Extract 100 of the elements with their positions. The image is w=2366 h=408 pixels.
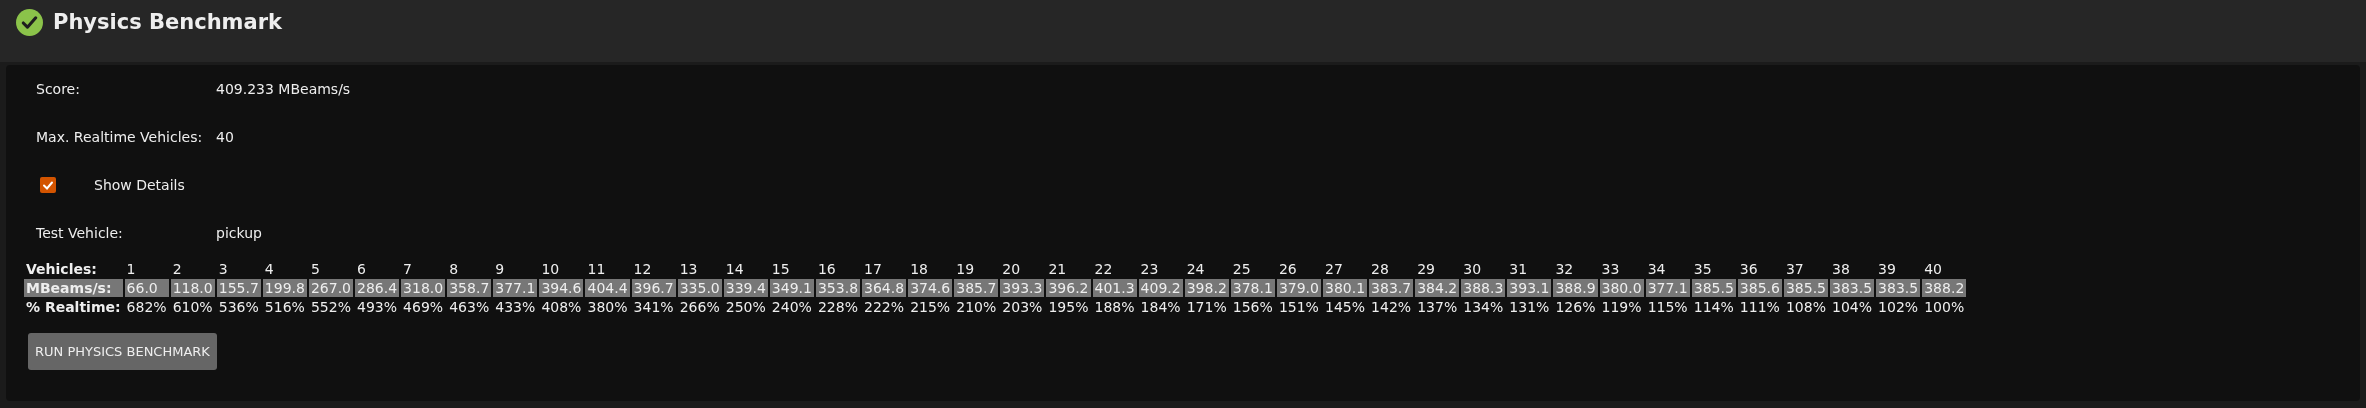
table-cell: 401.3: [1092, 279, 1137, 297]
table-cell-text: 266%: [678, 298, 721, 316]
table-cell-text: 108%: [1784, 298, 1827, 316]
table-cell-text: 21: [1047, 260, 1068, 278]
table-cell: 396.2: [1046, 279, 1091, 297]
table-cell: 378.1: [1230, 279, 1275, 297]
table-cell-text: 137%: [1416, 298, 1459, 316]
table-cell-text: 13: [678, 260, 699, 278]
table-cell-text: 215%: [909, 298, 952, 316]
table-cell-text: 126%: [1554, 298, 1597, 316]
table-cell: 380.0: [1599, 279, 1644, 297]
table-cell-text: 203%: [1001, 298, 1044, 316]
table-cell-text: 31: [1508, 260, 1529, 278]
table-cell-text: 12: [632, 260, 653, 278]
table-cell-text: 1: [125, 260, 137, 278]
table-cell: 318.0: [401, 279, 446, 297]
table-cell: 353.8: [815, 279, 861, 297]
table-cell-text: 433%: [494, 298, 537, 316]
table-cell-text: 29: [1416, 260, 1436, 278]
table-cell: 379.0: [1276, 279, 1321, 297]
table-cell-text: 25: [1231, 260, 1252, 278]
table-cell-text: 145%: [1324, 298, 1366, 316]
table-cell-text: 2: [171, 260, 183, 278]
table-cell-text: 408%: [540, 298, 583, 316]
table-cell: 383.7: [1369, 279, 1414, 297]
table-cell-text: 463%: [448, 298, 491, 316]
field-label: Max. Realtime Vehicles:: [36, 129, 204, 145]
table-cell-text: 341%: [632, 298, 675, 316]
table-cell-text: 24: [1185, 260, 1206, 278]
table-cell-text: 380%: [586, 298, 629, 316]
table-cell-text: 104%: [1831, 298, 1874, 316]
table-cell-text: 111%: [1738, 298, 1781, 316]
table-cell-text: 210%: [955, 298, 998, 316]
checkbox-label[interactable]: Show Details: [94, 177, 185, 193]
table-cell: 199.8: [262, 279, 307, 297]
table-cell-text: 682%: [125, 298, 168, 316]
table-cell-text: 14: [724, 260, 745, 278]
table-cell-text: 34: [1646, 260, 1667, 278]
table-cell-text: 171%: [1185, 298, 1228, 316]
table-cell: 364.8: [862, 279, 907, 297]
table-cell-text: 250%: [724, 298, 767, 316]
table-cell-text: 11: [586, 260, 607, 278]
table-cell-text: 19: [955, 260, 976, 278]
table-cell-text: 115%: [1646, 298, 1689, 316]
field-value: pickup: [216, 225, 262, 241]
table-cell-text: 156%: [1231, 298, 1274, 316]
table-cell: 66.0: [124, 279, 169, 297]
table-cell: 393.3: [1000, 279, 1045, 297]
table-cell-text: 40: [1923, 260, 1944, 278]
field-value: 40: [216, 129, 234, 145]
table-cell-text: 32: [1554, 260, 1575, 278]
table-cell-text: 23: [1139, 260, 1160, 278]
table-cell-text: 102%: [1877, 298, 1920, 316]
row-header: % Realtime:: [25, 298, 122, 316]
field-value: 409.233 MBeams/s: [216, 81, 351, 97]
table-cell: 118.0: [170, 279, 215, 297]
table-cell: 384.2: [1415, 279, 1460, 297]
table-cell: 383.5: [1830, 279, 1875, 297]
table-cell-text: 39: [1877, 260, 1897, 278]
table-cell-text: 5: [309, 260, 321, 278]
table-cell-text: 184%: [1139, 298, 1182, 316]
table-cell: 335.0: [677, 279, 722, 297]
row-header: MBeams/s:: [24, 279, 123, 297]
table-cell: 385.5: [1691, 279, 1736, 297]
table-cell-text: 100%: [1923, 298, 1966, 316]
row-header: Vehicles:: [25, 260, 98, 278]
table-cell-text: 516%: [263, 298, 306, 316]
run-benchmark-button[interactable]: RUN PHYSICS BENCHMARK: [28, 333, 217, 370]
table-cell-text: 30: [1462, 260, 1483, 278]
table-cell-text: 142%: [1370, 298, 1413, 316]
table-cell: 267.0: [308, 279, 353, 297]
table-cell-text: 134%: [1462, 298, 1505, 316]
table-cell: 377.1: [1645, 279, 1690, 297]
table-cell: 155.7: [216, 279, 261, 297]
table-cell-text: 28: [1370, 260, 1390, 278]
checkbox[interactable]: [40, 177, 56, 193]
panel-title: Physics Benchmark: [53, 10, 282, 34]
table-cell-text: 35: [1692, 260, 1713, 278]
table-cell-text: 493%: [356, 298, 399, 316]
table-cell: 409.2: [1138, 279, 1183, 297]
table-cell-text: 114%: [1692, 298, 1735, 316]
table-cell: 286.4: [355, 279, 400, 297]
table-cell-text: 119%: [1600, 298, 1643, 316]
table-cell-text: 3: [217, 260, 229, 278]
table-cell-text: 610%: [171, 298, 214, 316]
table-cell-text: 38: [1831, 260, 1851, 278]
table-cell-text: 10: [540, 260, 561, 278]
table-cell-text: 552%: [309, 298, 352, 316]
table-cell-text: 15: [770, 260, 791, 278]
table-cell: 380.1: [1323, 279, 1368, 297]
table-cell-text: 8: [448, 260, 460, 278]
table-cell: 349.1: [769, 279, 814, 297]
table-cell: 385.5: [1783, 279, 1828, 297]
table-cell-text: 27: [1324, 260, 1344, 278]
table-cell: 388.3: [1461, 279, 1506, 297]
table-cell-text: 222%: [863, 298, 906, 316]
table-cell: 358.7: [447, 279, 492, 297]
table-cell-text: 7: [402, 260, 414, 278]
field-label: Test Vehicle:: [36, 225, 124, 241]
table-cell-text: 228%: [816, 298, 859, 316]
